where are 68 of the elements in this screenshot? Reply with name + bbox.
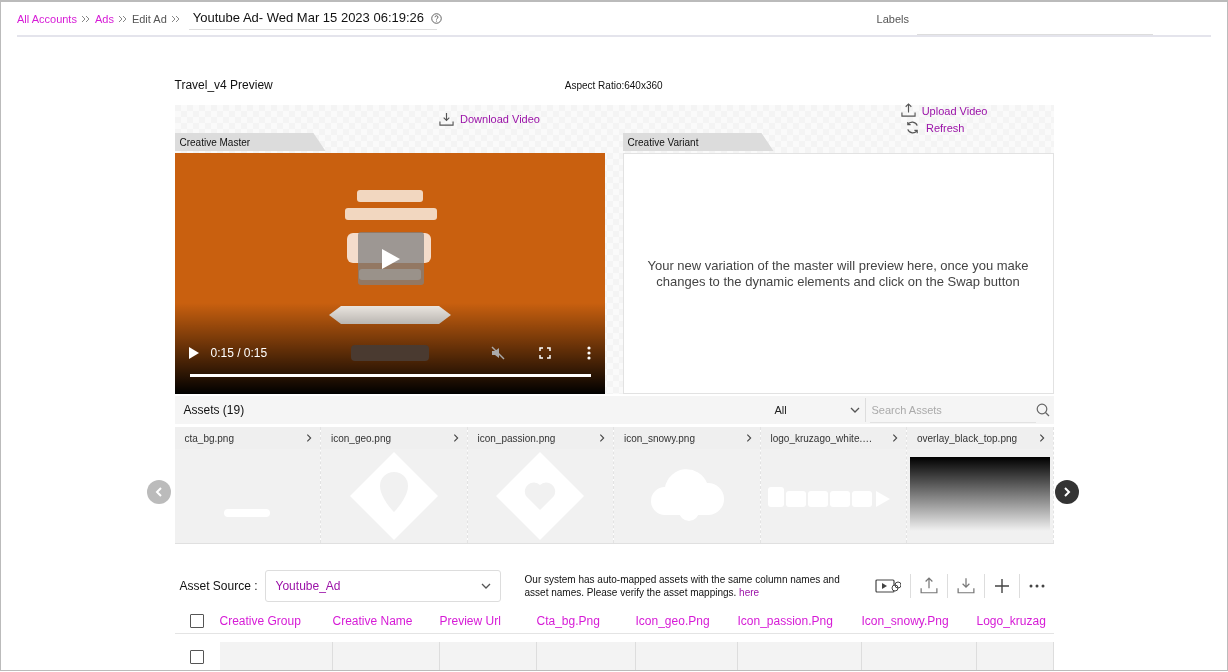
column-header[interactable]: Cta_bg.Png bbox=[536, 608, 636, 634]
here-link[interactable]: here bbox=[739, 587, 760, 598]
more-options-icon[interactable] bbox=[586, 346, 591, 360]
video-link-icon bbox=[874, 578, 901, 594]
asset-tab[interactable]: icon_geo.png bbox=[321, 427, 467, 449]
help-icon[interactable] bbox=[430, 13, 442, 24]
download-video-link[interactable]: Download Video bbox=[439, 111, 540, 127]
double-chevron-icon bbox=[170, 14, 181, 23]
upload-icon bbox=[900, 103, 916, 118]
asset-tab[interactable]: cta_bg.png bbox=[174, 427, 320, 449]
asset-thumbnail[interactable] bbox=[760, 449, 906, 543]
select-all-checkbox[interactable] bbox=[190, 613, 204, 628]
refresh-icon bbox=[904, 120, 920, 135]
chevron-left-icon bbox=[153, 487, 164, 497]
search-assets-field[interactable]: Search Assets bbox=[869, 397, 1036, 423]
breadcrumb-link[interactable]: Ads bbox=[94, 12, 114, 25]
row-checkbox[interactable] bbox=[190, 650, 204, 664]
asset-tab[interactable]: icon_passion.png bbox=[467, 427, 613, 449]
asset-thumbnail[interactable] bbox=[321, 449, 467, 543]
play-icon bbox=[379, 246, 402, 271]
column-header[interactable]: Icon_passion.Png bbox=[737, 608, 862, 634]
aspect-ratio: Aspect Ratio:640x360 bbox=[564, 79, 663, 91]
breadcrumb-link[interactable]: All Accounts bbox=[17, 12, 77, 25]
video-time: 0:15 / 0:15 bbox=[210, 346, 268, 360]
creative-variant-tab[interactable]: Creative Variant bbox=[622, 133, 774, 151]
search-icon[interactable] bbox=[1035, 403, 1050, 417]
chevron-right-icon bbox=[1061, 487, 1072, 497]
chevron-right-icon bbox=[890, 433, 900, 443]
column-header[interactable]: Icon_snowy.Png bbox=[861, 608, 977, 634]
ad-title-field[interactable]: Youtube Ad- Wed Mar 15 2023 06:19:26 bbox=[188, 7, 437, 30]
muted-speaker-icon[interactable] bbox=[490, 346, 505, 360]
more-icon bbox=[1028, 584, 1045, 588]
double-chevron-icon bbox=[80, 14, 91, 23]
asset-thumbnail[interactable] bbox=[467, 449, 613, 543]
refresh-link[interactable]: Refresh bbox=[904, 120, 965, 135]
asset-filter-select[interactable]: All bbox=[770, 398, 866, 422]
column-header[interactable]: Creative Group bbox=[219, 608, 333, 634]
upload-icon bbox=[919, 577, 938, 595]
column-header[interactable]: Creative Name bbox=[332, 608, 440, 634]
creative-master-tab[interactable]: Creative Master bbox=[174, 133, 326, 151]
mapping-note: Our system has auto-mapped assets with the same column names and asset names. Please verify the asset mappings. here bbox=[524, 573, 841, 599]
fullscreen-icon[interactable] bbox=[538, 347, 551, 359]
breadcrumb-current: Edit Ad bbox=[131, 12, 167, 25]
chevron-right-icon bbox=[597, 433, 607, 443]
column-header[interactable]: Preview Url bbox=[439, 608, 537, 634]
play-button[interactable] bbox=[357, 232, 424, 285]
asset-tab[interactable]: overlay_black_top.png bbox=[907, 427, 1053, 449]
preview-title: Travel_v4 Preview bbox=[174, 78, 273, 92]
asset-thumbnail[interactable] bbox=[907, 449, 1053, 543]
chevron-right-icon bbox=[304, 433, 314, 443]
play-icon[interactable] bbox=[188, 347, 199, 359]
labels-label: Labels bbox=[876, 12, 909, 25]
asset-thumbnail[interactable] bbox=[614, 449, 760, 543]
double-chevron-icon bbox=[117, 14, 128, 23]
download-icon bbox=[439, 111, 455, 127]
column-header[interactable]: Logo_kruzag bbox=[976, 608, 1054, 634]
column-header[interactable]: Icon_geo.Png bbox=[635, 608, 738, 634]
assets-title: Assets (19) bbox=[183, 403, 245, 417]
asset-thumbnail[interactable] bbox=[174, 449, 320, 543]
download-icon bbox=[956, 577, 975, 595]
asset-source-label: Asset Source : bbox=[179, 579, 258, 593]
asset-tab[interactable]: icon_snowy.png bbox=[614, 427, 760, 449]
asset-source-select[interactable]: Youtube_Ad bbox=[264, 570, 501, 602]
plus-icon bbox=[993, 578, 1010, 594]
next-arrow-button[interactable] bbox=[1054, 480, 1079, 504]
variant-message: Your new variation of the master will preview here, once you make changes to the dynamic elements and click on the Swap button bbox=[646, 257, 1030, 290]
asset-tab[interactable]: logo_kruzago_white.… bbox=[760, 427, 906, 449]
upload-video-link[interactable]: Upload Video bbox=[900, 103, 988, 118]
